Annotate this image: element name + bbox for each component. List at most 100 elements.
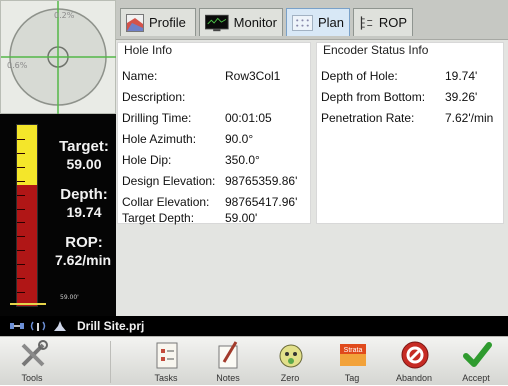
abandon-button[interactable]: Abandon bbox=[386, 337, 442, 386]
hole-info-label: Collar Elevation: bbox=[122, 195, 210, 209]
hole-info-label: Hole Dip: bbox=[122, 153, 172, 167]
depth-gauge-bar bbox=[16, 124, 38, 307]
status-bar: Drill Site.prj bbox=[0, 316, 508, 336]
tasks-button[interactable]: Tasks bbox=[138, 337, 194, 386]
profile-icon bbox=[126, 13, 144, 32]
gauge-tick bbox=[17, 209, 25, 210]
notes-label: Notes bbox=[216, 373, 240, 383]
depth-of-hole-value: 19.74' bbox=[445, 69, 478, 83]
hole-info-row: Drilling Time: 00:01:05 bbox=[122, 111, 272, 125]
encoder-info-row: Penetration Rate: 7.62'/min bbox=[321, 111, 493, 125]
zero-label: Zero bbox=[280, 373, 300, 383]
target-depth-value: 59.00' bbox=[225, 211, 258, 225]
drill-rig-icon bbox=[54, 321, 66, 331]
encoder-info-label: Depth of Hole: bbox=[321, 69, 398, 83]
encoder-info-row: Depth from Bottom: 39.26' bbox=[321, 90, 477, 104]
level-indicator: 0.2% 0.6% bbox=[0, 0, 117, 115]
depth-label: Depth: bbox=[60, 186, 108, 203]
tab-plan-label: Plan bbox=[317, 15, 344, 30]
tools-button[interactable]: Tools bbox=[4, 337, 60, 386]
project-file-name: Drill Site.prj bbox=[77, 319, 145, 333]
hole-name-value: Row3Col1 bbox=[225, 69, 281, 83]
gauge-tick bbox=[17, 236, 25, 237]
gauge-tick bbox=[17, 153, 25, 154]
plan-icon bbox=[292, 14, 313, 31]
design-elevation-value: 98765359.86' bbox=[225, 174, 298, 188]
hole-info-label: Name: bbox=[122, 69, 158, 83]
tag-logo-text: Strata bbox=[344, 347, 363, 354]
abandon-icon bbox=[401, 341, 429, 369]
tab-profile[interactable]: Profile bbox=[120, 8, 196, 36]
tab-rop[interactable]: ROP bbox=[353, 8, 413, 36]
depth-value: 19.74 bbox=[66, 204, 102, 220]
gauge-tick bbox=[17, 292, 25, 293]
zero-icon bbox=[279, 344, 303, 368]
monitor-content: Hole Info Name: Row3Col1 Description: Dr… bbox=[116, 40, 508, 316]
tag-icon: Strata bbox=[340, 344, 366, 366]
gps-icon bbox=[10, 323, 24, 329]
tab-monitor-label: Monitor bbox=[233, 15, 277, 30]
collar-elevation-value: 98765417.96' bbox=[225, 195, 298, 209]
hole-info-label: Design Elevation: bbox=[122, 174, 216, 188]
hole-info-row: Hole Dip: 350.0° bbox=[122, 153, 260, 167]
gauge-tick bbox=[17, 195, 25, 196]
encoder-status-panel: Encoder Status Info Depth of Hole: 19.74… bbox=[316, 42, 504, 224]
notes-button[interactable]: Notes bbox=[200, 337, 256, 386]
toolbar-divider bbox=[110, 341, 111, 383]
tools-label: Tools bbox=[21, 373, 43, 383]
hole-info-row: Design Elevation: 98765359.86' bbox=[122, 174, 297, 188]
gauge-tick bbox=[17, 222, 25, 223]
hole-info-row: Collar Elevation: 98765417.96' bbox=[122, 195, 297, 209]
hole-info-label: Hole Azimuth: bbox=[122, 132, 197, 146]
target-value: 59.00 bbox=[66, 156, 102, 172]
tab-profile-label: Profile bbox=[149, 15, 186, 30]
level-x-label: 0.6% bbox=[7, 61, 28, 70]
depth-from-bottom-value: 39.26' bbox=[445, 90, 478, 104]
hole-azimuth-value: 90.0° bbox=[225, 132, 254, 146]
rop-icon bbox=[360, 15, 373, 30]
accept-label: Accept bbox=[462, 373, 490, 383]
encoder-info-label: Depth from Bottom: bbox=[321, 90, 426, 104]
tag-label: Tag bbox=[344, 373, 360, 383]
encoder-info-label: Penetration Rate: bbox=[321, 111, 415, 125]
checkmark-icon bbox=[463, 342, 492, 367]
hole-info-title: Hole Info bbox=[124, 43, 173, 57]
hole-info-row: Name: Row3Col1 bbox=[122, 69, 280, 83]
abandon-label: Abandon bbox=[395, 373, 433, 383]
hole-info-label: Target Depth: bbox=[122, 211, 195, 225]
view-tab-bar: Profile Monitor Plan ROP bbox=[116, 0, 508, 40]
notes-icon bbox=[218, 341, 238, 369]
gauge-tick bbox=[17, 139, 25, 140]
rop-label: ROP: bbox=[65, 234, 103, 251]
monitor-icon bbox=[205, 14, 229, 31]
tab-plan[interactable]: Plan bbox=[286, 8, 350, 36]
tools-icon bbox=[21, 340, 48, 367]
target-label: Target: bbox=[59, 138, 109, 155]
gauge-tick bbox=[17, 264, 25, 265]
tasks-label: Tasks bbox=[154, 373, 178, 383]
drilling-time-value: 00:01:05 bbox=[225, 111, 272, 125]
tab-monitor[interactable]: Monitor bbox=[199, 8, 283, 36]
encoder-status-title: Encoder Status Info bbox=[323, 43, 429, 57]
hole-info-row: Target Depth: 59.00' bbox=[122, 211, 257, 225]
tag-button[interactable]: Strata Tag bbox=[324, 337, 380, 386]
depth-gauge-panel: Target: 59.00 Depth: 19.74 ROP: 7.62/min… bbox=[0, 114, 116, 316]
target-depth-marker bbox=[10, 303, 46, 305]
hole-info-row: Description: bbox=[122, 90, 185, 104]
hole-info-label: Drilling Time: bbox=[122, 111, 192, 125]
rop-value: 7.62/min bbox=[54, 252, 112, 268]
hole-dip-value: 350.0° bbox=[225, 153, 260, 167]
gauge-tick bbox=[17, 278, 25, 279]
hole-info-label: Description: bbox=[122, 90, 186, 104]
depth-gauge-fill bbox=[17, 125, 37, 185]
level-y-label: 0.2% bbox=[54, 11, 75, 20]
penetration-rate-value: 7.62'/min bbox=[445, 111, 494, 125]
gauge-tick bbox=[17, 181, 25, 182]
encoder-info-row: Depth of Hole: 19.74' bbox=[321, 69, 477, 83]
hole-info-panel: Hole Info Name: Row3Col1 Description: Dr… bbox=[117, 42, 311, 225]
accept-button[interactable]: Accept bbox=[448, 337, 504, 386]
zero-button[interactable]: Zero bbox=[262, 337, 318, 386]
signal-icon bbox=[30, 321, 46, 331]
tab-rop-label: ROP bbox=[378, 15, 407, 30]
gauge-tick bbox=[17, 167, 25, 168]
